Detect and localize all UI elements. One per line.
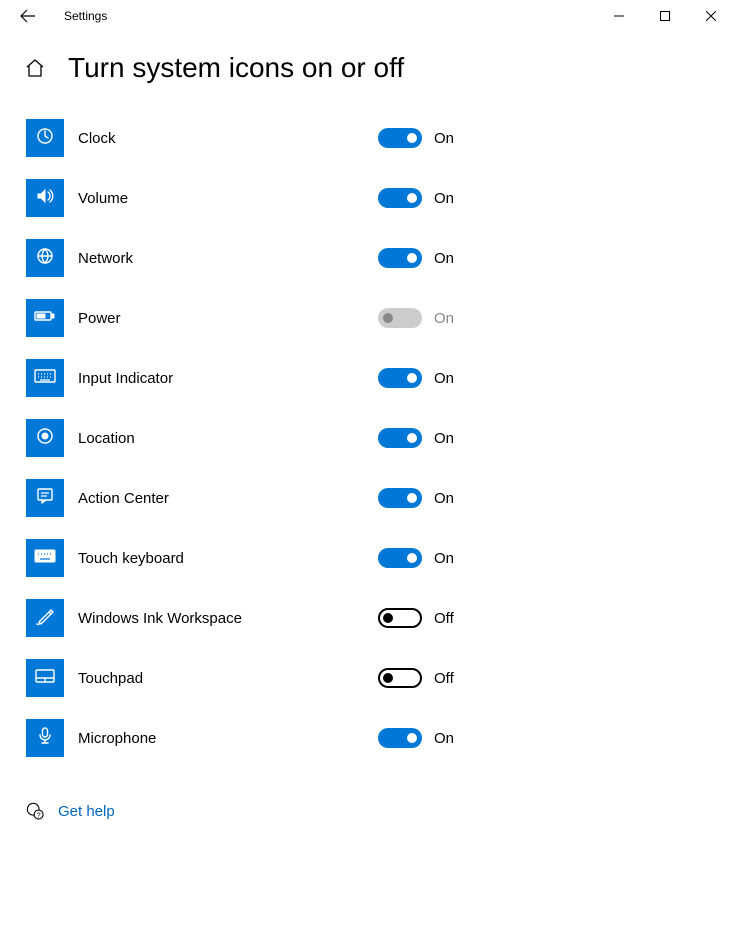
toggle-switch[interactable]	[378, 728, 422, 748]
help-link-row: ? Get help	[0, 768, 736, 822]
clock-icon	[35, 126, 55, 151]
back-button[interactable]	[6, 0, 50, 32]
network-icon	[35, 246, 55, 271]
mic-icon-tile	[26, 719, 64, 757]
page-title: Turn system icons on or off	[68, 52, 404, 84]
toggle-knob	[407, 133, 417, 143]
close-button[interactable]	[688, 0, 734, 32]
row-label: Touchpad	[64, 670, 378, 687]
row-label: Microphone	[64, 730, 378, 747]
ink-icon	[35, 606, 55, 631]
system-icon-row: Location On	[26, 408, 736, 468]
minimize-icon	[614, 11, 624, 21]
system-icon-row: Action Center On	[26, 468, 736, 528]
toggle-switch[interactable]	[378, 488, 422, 508]
toggle-switch[interactable]	[378, 608, 422, 628]
toggle-switch	[378, 308, 422, 328]
system-icon-row: Touch keyboard On	[26, 528, 736, 588]
system-icon-row: Touchpad Off	[26, 648, 736, 708]
app-title: Settings	[50, 9, 107, 23]
toggle-knob	[407, 733, 417, 743]
close-icon	[706, 11, 716, 21]
toggle-state-label: On	[422, 370, 454, 387]
location-icon-tile	[26, 419, 64, 457]
toggle-switch[interactable]	[378, 668, 422, 688]
ink-icon-tile	[26, 599, 64, 637]
window-controls	[596, 0, 736, 32]
arrow-left-icon	[20, 8, 36, 24]
row-label: Touch keyboard	[64, 550, 378, 567]
toggle-knob	[407, 253, 417, 263]
toggle-knob	[407, 433, 417, 443]
toggle-switch[interactable]	[378, 128, 422, 148]
touchpad-icon	[34, 668, 56, 689]
toggle-switch[interactable]	[378, 368, 422, 388]
toggle-state-label: On	[422, 190, 454, 207]
maximize-icon	[660, 11, 670, 21]
row-label: Windows Ink Workspace	[64, 610, 378, 627]
toggle-state-label: On	[422, 490, 454, 507]
action-icon	[35, 486, 55, 511]
toggle-knob	[383, 613, 393, 623]
clock-icon-tile	[26, 119, 64, 157]
home-icon	[25, 58, 45, 78]
mic-icon	[35, 726, 55, 751]
volume-icon	[35, 186, 55, 211]
keyboard-icon	[34, 369, 56, 388]
titlebar: Settings	[0, 0, 736, 32]
row-label: Input Indicator	[64, 370, 378, 387]
toggle-state-label: On	[422, 550, 454, 567]
toggle-state-label: Off	[422, 610, 454, 627]
system-icon-row: Network On	[26, 228, 736, 288]
get-help-link[interactable]: Get help	[58, 803, 115, 820]
system-icon-row: Windows Ink Workspace Off	[26, 588, 736, 648]
get-help-icon: ?	[24, 800, 46, 822]
row-label: Network	[64, 250, 378, 267]
toggle-switch[interactable]	[378, 548, 422, 568]
row-label: Power	[64, 310, 378, 327]
toggle-switch[interactable]	[378, 188, 422, 208]
location-icon	[35, 426, 55, 451]
svg-text:?: ?	[37, 810, 41, 819]
row-label: Clock	[64, 130, 378, 147]
toggle-knob	[383, 673, 393, 683]
toggle-switch[interactable]	[378, 248, 422, 268]
home-button[interactable]	[24, 57, 46, 79]
system-icon-row: Volume On	[26, 168, 736, 228]
touchkb-icon	[34, 549, 56, 568]
minimize-button[interactable]	[596, 0, 642, 32]
toggle-knob	[407, 193, 417, 203]
network-icon-tile	[26, 239, 64, 277]
page-header: Turn system icons on or off	[0, 32, 736, 98]
touchpad-icon-tile	[26, 659, 64, 697]
toggle-knob	[407, 373, 417, 383]
toggle-state-label: On	[422, 130, 454, 147]
toggle-state-label: On	[422, 250, 454, 267]
system-icon-row: Input Indicator On	[26, 348, 736, 408]
row-label: Volume	[64, 190, 378, 207]
toggle-state-label: On	[422, 310, 454, 327]
row-label: Location	[64, 430, 378, 447]
volume-icon-tile	[26, 179, 64, 217]
toggle-knob	[407, 493, 417, 503]
toggle-knob	[383, 313, 393, 323]
system-icon-row: Power On	[26, 288, 736, 348]
toggle-state-label: On	[422, 430, 454, 447]
system-icon-row: Clock On	[26, 108, 736, 168]
toggle-switch[interactable]	[378, 428, 422, 448]
system-icons-list: Clock On Volume On Network On Power On	[0, 98, 736, 768]
power-icon	[34, 309, 56, 328]
row-label: Action Center	[64, 490, 378, 507]
system-icon-row: Microphone On	[26, 708, 736, 768]
touchkb-icon-tile	[26, 539, 64, 577]
toggle-state-label: On	[422, 730, 454, 747]
maximize-button[interactable]	[642, 0, 688, 32]
toggle-knob	[407, 553, 417, 563]
power-icon-tile	[26, 299, 64, 337]
toggle-state-label: Off	[422, 670, 454, 687]
keyboard-icon-tile	[26, 359, 64, 397]
action-icon-tile	[26, 479, 64, 517]
